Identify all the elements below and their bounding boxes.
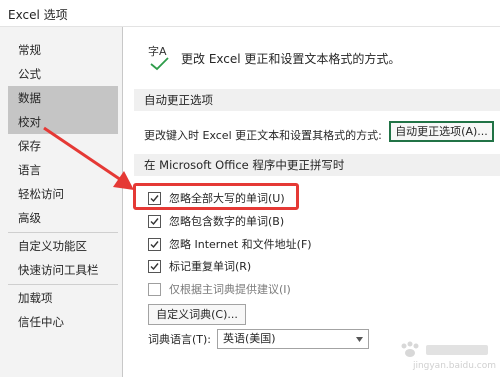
watermark-site: jingyan.baidu.com: [412, 361, 496, 371]
watermark: jingyan.baidu.com: [388, 340, 496, 374]
paw-logo-icon: [401, 341, 488, 357]
annotation-arrow: [43, 126, 134, 190]
